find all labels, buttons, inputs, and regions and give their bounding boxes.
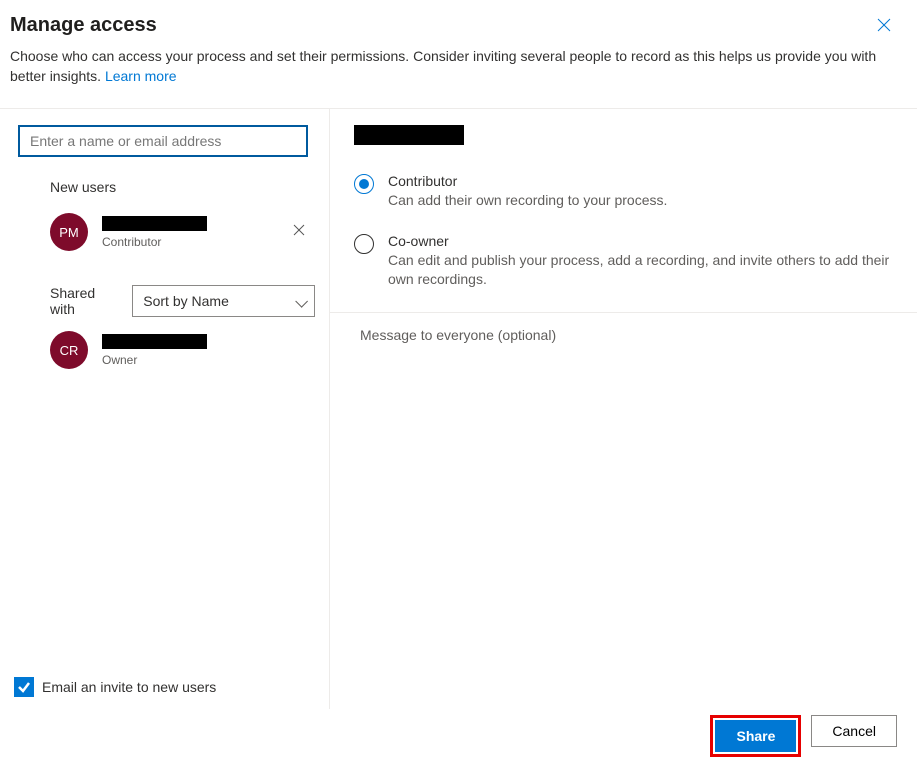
radio-unselected-icon[interactable] [354, 234, 374, 254]
learn-more-link[interactable]: Learn more [105, 68, 177, 84]
cancel-button[interactable]: Cancel [811, 715, 897, 747]
role-option-contributor[interactable]: Contributor Can add their own recording … [354, 173, 907, 211]
dialog-header: Manage access Choose who can access your… [0, 0, 917, 98]
message-section[interactable]: Message to everyone (optional) [330, 312, 917, 343]
radio-selected-icon[interactable] [354, 174, 374, 194]
email-invite-label: Email an invite to new users [42, 679, 216, 695]
close-icon [877, 18, 891, 32]
role-description: Can add their own recording to your proc… [388, 191, 667, 211]
dialog-footer: Share Cancel [710, 715, 897, 757]
email-invite-row: Email an invite to new users [14, 677, 216, 697]
close-button[interactable] [873, 14, 895, 41]
role-description: Can edit and publish your process, add a… [388, 251, 907, 290]
user-role: Contributor [102, 235, 207, 249]
left-panel: New users PM Contributor Shared with Sor… [0, 109, 330, 709]
dialog-title: Manage access [10, 14, 897, 37]
shared-user-row: CR Owner [50, 331, 315, 369]
email-invite-checkbox[interactable] [14, 677, 34, 697]
shared-with-label: Shared with [50, 285, 122, 317]
tutorial-highlight: Share [710, 715, 801, 757]
share-button[interactable]: Share [715, 720, 796, 752]
new-users-heading: New users [50, 179, 315, 195]
name-email-input[interactable] [18, 125, 308, 157]
remove-user-button[interactable] [293, 223, 305, 241]
avatar: CR [50, 331, 88, 369]
role-title: Contributor [388, 173, 667, 189]
shared-with-row: Shared with Sort by Name [50, 285, 315, 317]
close-icon [293, 224, 305, 236]
role-option-coowner[interactable]: Co-owner Can edit and publish your proce… [354, 233, 907, 290]
role-title: Co-owner [388, 233, 907, 249]
right-panel: Contributor Can add their own recording … [330, 109, 917, 709]
selected-user-name-redacted [354, 125, 464, 145]
dialog-description: Choose who can access your process and s… [10, 47, 897, 86]
sort-dropdown[interactable]: Sort by Name [132, 285, 315, 317]
user-role: Owner [102, 353, 207, 367]
new-user-row: PM Contributor [50, 213, 315, 251]
user-name-redacted [102, 334, 207, 349]
message-placeholder: Message to everyone (optional) [360, 327, 556, 343]
user-name-redacted [102, 216, 207, 231]
avatar: PM [50, 213, 88, 251]
checkmark-icon [17, 680, 31, 694]
